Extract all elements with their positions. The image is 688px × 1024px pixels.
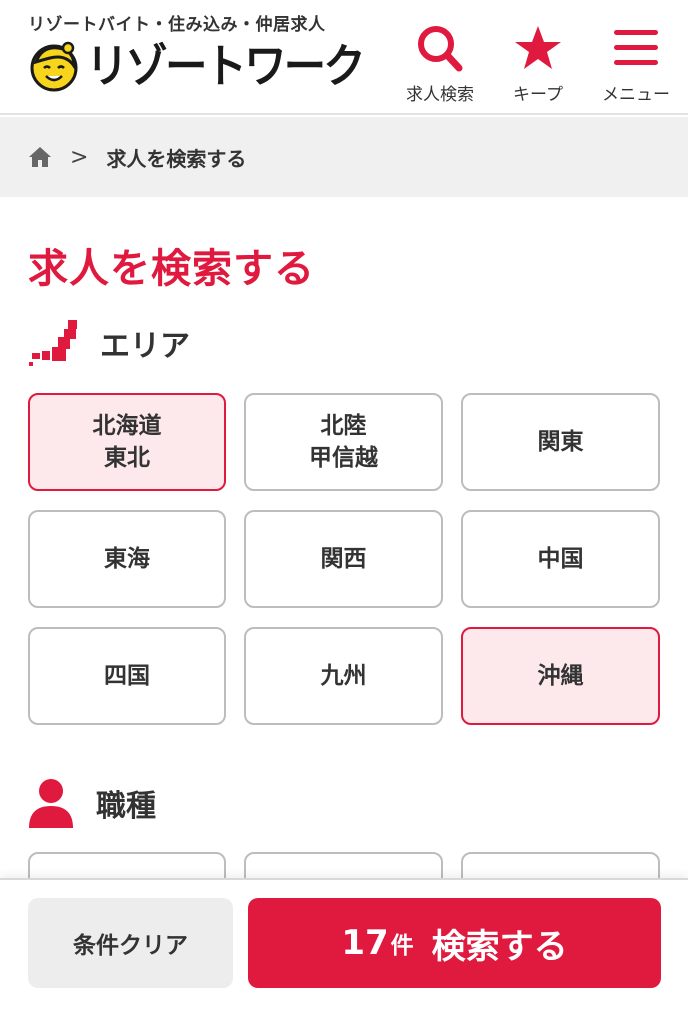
area-option-okinawa[interactable]: 沖縄 [461, 627, 660, 725]
area-option-hokkaido-tohoku[interactable]: 北海道 東北 [28, 393, 226, 491]
area-option-chugoku[interactable]: 中国 [461, 510, 660, 608]
area-option-kanto[interactable]: 関東 [461, 393, 660, 491]
breadcrumb: > 求人を検索する [0, 117, 688, 197]
area-option-tokai[interactable]: 東海 [28, 510, 226, 608]
home-icon[interactable] [28, 145, 52, 169]
search-action-bar: 条件クリア 17 件 検索する [0, 878, 688, 1024]
star-icon [515, 26, 561, 69]
job-section-header: 職種 [28, 778, 156, 828]
site-tagline: リゾートバイト・住み込み・仲居求人 [28, 15, 326, 35]
area-section-title: エリア [100, 329, 190, 364]
japan-map-icon [29, 320, 77, 366]
header-menu-label: メニュー [602, 85, 670, 105]
area-section-header: エリア [28, 318, 190, 368]
site-logo[interactable]: リゾートワーク [28, 40, 387, 92]
header-keep-label: キープ [513, 85, 563, 105]
logo-wordmark: リゾートワーク [86, 39, 366, 93]
area-option-shikoku[interactable]: 四国 [28, 627, 226, 725]
logo-face-icon [30, 41, 78, 92]
search-submit-button[interactable]: 17 件 検索する [248, 898, 661, 988]
breadcrumb-separator: > [70, 144, 89, 170]
header-search-button[interactable]: 求人検索 [406, 24, 474, 105]
page-title: 求人を検索する [28, 246, 315, 292]
clear-conditions-button[interactable]: 条件クリア [28, 898, 233, 988]
header-menu-button[interactable]: メニュー [602, 24, 670, 105]
header-keep-button[interactable]: キープ [513, 24, 563, 105]
site-header: リゾートバイト・住み込み・仲居求人 リゾートワーク 求人検索 キープ メニュー [0, 0, 688, 115]
area-option-kansai[interactable]: 関西 [244, 510, 443, 608]
result-count: 17 [341, 923, 389, 963]
breadcrumb-current: 求人を検索する [106, 146, 247, 171]
area-option-hokuriku-koshinetsu[interactable]: 北陸 甲信越 [244, 393, 443, 491]
header-search-label: 求人検索 [406, 85, 474, 105]
area-options-grid: 北海道 東北 北陸 甲信越 関東 東海 関西 中国 四国 九州 沖縄 [28, 393, 661, 725]
search-icon [418, 26, 463, 72]
result-count-unit: 件 [390, 933, 414, 959]
hamburger-menu-icon [614, 30, 658, 65]
person-icon [29, 779, 73, 828]
search-submit-label: 検索する [431, 926, 568, 967]
job-section-title: 職種 [96, 789, 156, 824]
area-option-kyushu[interactable]: 九州 [244, 627, 443, 725]
